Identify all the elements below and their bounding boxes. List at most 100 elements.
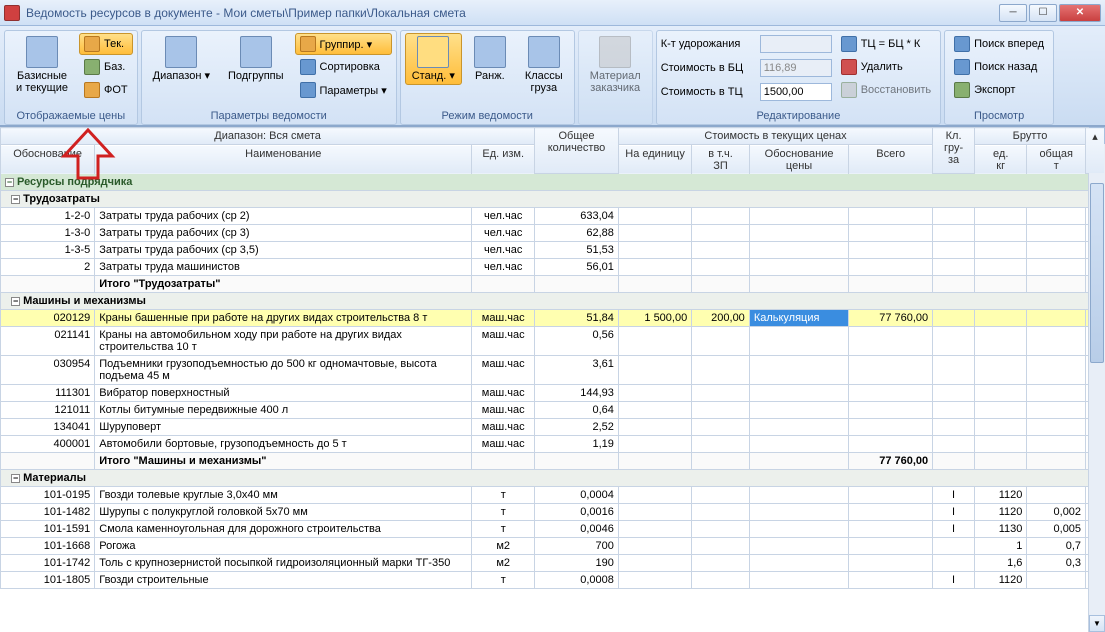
hdr-code[interactable]: Обоснование — [1, 145, 95, 174]
search-back-icon — [954, 59, 970, 75]
group-row: −Ресурсы подрядчика — [1, 174, 1105, 191]
range-button[interactable]: Диапазон ▾ — [146, 33, 217, 85]
basic-current-label: Базисные и текущие — [16, 70, 68, 94]
basic-current-button[interactable]: Базисные и текущие — [9, 33, 75, 97]
k-markup-input — [760, 35, 832, 53]
sort-button[interactable]: Сортировка — [295, 56, 392, 78]
hdr-zp[interactable]: в т.ч. ЗП — [692, 145, 750, 174]
ribbon-group-edit: К-т удорожания Стоимость в БЦ Стоимость … — [656, 30, 941, 125]
fot-icon — [84, 82, 100, 98]
rank-label: Ранж. — [475, 70, 505, 82]
vertical-scrollbar[interactable]: ▲ ▼ — [1088, 127, 1105, 632]
delete-icon — [841, 59, 857, 75]
parameters-icon — [300, 82, 316, 98]
table-row: 1-2-0Затраты труда рабочих (ср 2)чел.час… — [1, 208, 1105, 225]
table-row: 020129Краны башенные при работе на други… — [1, 310, 1105, 327]
delete-button[interactable]: Удалить — [836, 56, 936, 78]
hdr-scroll: ▴ — [1086, 128, 1105, 174]
ribbon-group-prices-label: Отображаемые цены — [9, 109, 133, 124]
cost-bc-field: Стоимость в БЦ — [661, 57, 832, 79]
table-row: 021141Краны на автомобильном ходу при ра… — [1, 327, 1105, 356]
fot-button[interactable]: ФОТ — [79, 79, 133, 101]
search-fwd-icon — [954, 36, 970, 52]
search-back-button[interactable]: Поиск назад — [949, 56, 1049, 78]
hdr-total[interactable]: Всего — [849, 145, 933, 174]
hdr-gross: Брутто — [975, 128, 1086, 145]
table-row: 2Затраты труда машинистовчел.час56,01 — [1, 259, 1105, 276]
subgroups-label: Подгруппы — [228, 70, 284, 82]
cargo-classes-button[interactable]: Классы груза — [518, 33, 570, 97]
cost-tc-input[interactable] — [760, 83, 832, 101]
cost-tc-field: Стоимость в ТЦ — [661, 81, 832, 103]
hdr-basis[interactable]: Обоснование цены — [749, 145, 849, 174]
formula-button[interactable]: ТЦ = БЦ * К — [836, 33, 936, 55]
subgroup-row: −Материалы — [1, 470, 1105, 487]
rank-button[interactable]: Ранж. — [466, 33, 514, 85]
standard-icon — [417, 36, 449, 68]
hdr-unit[interactable]: Ед. изм. — [472, 145, 535, 174]
tek-button[interactable]: Тек. — [79, 33, 133, 55]
maximize-button[interactable]: ☐ — [1029, 4, 1057, 22]
cargo-label: Классы груза — [525, 70, 563, 94]
rank-icon — [474, 36, 506, 68]
export-icon — [954, 82, 970, 98]
table-row: 121011Котлы битумные передвижные 400 лма… — [1, 402, 1105, 419]
parameters-button[interactable]: Параметры ▾ — [295, 79, 392, 101]
baz-icon — [84, 59, 100, 75]
hdr-g2[interactable]: общая т — [1027, 145, 1086, 174]
restore-button: Восстановить — [836, 79, 936, 101]
cargo-icon — [528, 36, 560, 68]
grid-container: Диапазон: Вся смета Общее количество Сто… — [0, 126, 1105, 632]
table-row: 101-1805Гвозди строительныет0,0008I1120 — [1, 572, 1105, 589]
group-icon — [300, 36, 316, 52]
baz-button[interactable]: Баз. — [79, 56, 133, 78]
hdr-name[interactable]: Наименование — [95, 145, 472, 174]
table-row: 1-3-5Затраты труда рабочих (ср 3,5)чел.ч… — [1, 242, 1105, 259]
ribbon: Базисные и текущие Тек. Баз. ФОТ Отображ… — [0, 26, 1105, 126]
ribbon-group-prices: Базисные и текущие Тек. Баз. ФОТ Отображ… — [4, 30, 138, 125]
table-row: 134041Шуруповертмаш.час2,52 — [1, 419, 1105, 436]
hdr-qty: Общее количество — [535, 128, 619, 174]
table-icon — [26, 36, 58, 68]
subgroups-icon — [240, 36, 272, 68]
subgroups-button[interactable]: Подгруппы — [221, 33, 291, 85]
ribbon-group-view: Поиск вперед Поиск назад Экспорт Просмот… — [944, 30, 1054, 125]
hdr-per-unit[interactable]: На единицу — [618, 145, 691, 174]
ribbon-group-view-label: Просмотр — [949, 109, 1049, 124]
collapse-icon[interactable]: − — [11, 195, 20, 204]
table-row: 101-1742Толь с крупнозернистой посыпкой … — [1, 555, 1105, 572]
subgroup-row: −Трудозатраты — [1, 191, 1105, 208]
range-label: Диапазон ▾ — [153, 70, 210, 82]
scroll-down-arrow[interactable]: ▼ — [1089, 615, 1105, 632]
app-icon — [4, 5, 20, 21]
collapse-icon[interactable]: − — [11, 297, 20, 306]
hdr-g1[interactable]: ед. кг — [975, 145, 1027, 174]
formula-icon — [841, 36, 857, 52]
search-forward-button[interactable]: Поиск вперед — [949, 33, 1049, 55]
restore-icon — [841, 82, 857, 98]
customer-material-button: Материал заказчика — [583, 33, 648, 97]
range-icon — [165, 36, 197, 68]
group-button[interactable]: Группир. ▾ — [295, 33, 392, 55]
standard-label: Станд. ▾ — [412, 70, 455, 82]
minimize-button[interactable]: ─ — [999, 4, 1027, 22]
subgroup-row: −Машины и механизмы — [1, 293, 1105, 310]
hdr-kl: Кл. гру- за — [933, 128, 975, 174]
window-controls: ─ ☐ ✕ — [999, 4, 1101, 22]
table-row: 101-1482Шурупы с полукруглой головкой 5х… — [1, 504, 1105, 521]
ribbon-group-params-label: Параметры ведомости — [146, 109, 392, 124]
close-button[interactable]: ✕ — [1059, 4, 1101, 22]
collapse-icon[interactable]: − — [11, 474, 20, 483]
collapse-icon[interactable]: − — [5, 178, 14, 187]
table-row: 101-1591Смола каменноугольная для дорожн… — [1, 521, 1105, 538]
box-icon — [599, 36, 631, 68]
window-title: Ведомость ресурсов в документе - Мои сме… — [26, 6, 999, 20]
ribbon-group-mode-label: Режим ведомости — [405, 109, 570, 124]
ribbon-group-mode: Станд. ▾ Ранж. Классы груза Режим ведомо… — [400, 30, 575, 125]
resource-grid[interactable]: Диапазон: Вся смета Общее количество Сто… — [0, 127, 1105, 589]
title-bar: Ведомость ресурсов в документе - Мои сме… — [0, 0, 1105, 26]
scroll-thumb[interactable] — [1090, 183, 1104, 363]
export-button[interactable]: Экспорт — [949, 79, 1049, 101]
standard-button[interactable]: Станд. ▾ — [405, 33, 462, 85]
grid-scroll[interactable]: Диапазон: Вся смета Общее количество Сто… — [0, 127, 1105, 632]
